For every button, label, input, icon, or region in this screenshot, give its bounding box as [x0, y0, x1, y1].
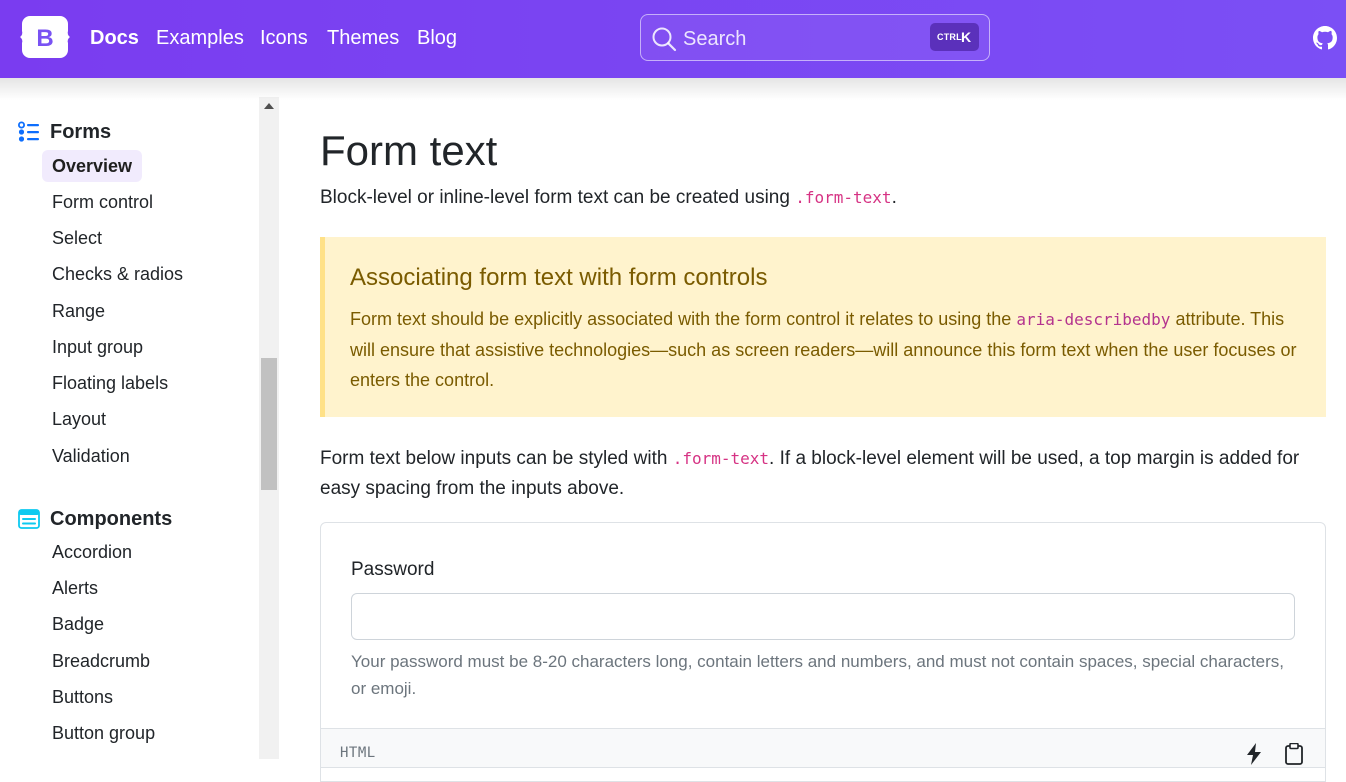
sidebar-item-badge[interactable]: Badge [42, 608, 114, 640]
top-navbar: B Docs Examples Icons Themes Blog Search… [0, 0, 1346, 78]
clipboard-icon[interactable] [1284, 743, 1304, 765]
scroll-up-arrow-icon[interactable] [264, 103, 274, 109]
paragraph-part: Form text below inputs can be styled wit… [320, 448, 673, 469]
inline-code: .form-text [795, 188, 892, 207]
kbd-ctrl: CTRL [937, 32, 962, 42]
sidebar-item-select[interactable]: Select [42, 222, 112, 254]
sidebar-item-alerts[interactable]: Alerts [42, 572, 108, 604]
sidebar-item-buttons[interactable]: Buttons [42, 681, 123, 713]
bootstrap-logo-icon: B [20, 16, 70, 58]
password-input[interactable] [351, 593, 1295, 640]
sidebar-item-input-group[interactable]: Input group [42, 331, 153, 363]
search-placeholder: Search [683, 28, 747, 50]
sidebar-item-floating-labels[interactable]: Floating labels [42, 367, 178, 399]
sidebar-item-checks-radios[interactable]: Checks & radios [42, 258, 193, 290]
sidebar-item-button-group[interactable]: Button group [42, 717, 165, 749]
github-icon[interactable] [1313, 26, 1337, 50]
sidebar-section-title: Components [50, 508, 173, 530]
sidebar: Forms Overview Form control Select Check… [0, 78, 259, 759]
sidebar-scrollbar[interactable] [259, 97, 279, 759]
search-icon [652, 27, 677, 52]
sidebar-item-validation[interactable]: Validation [42, 440, 140, 472]
intro-text-part: . [891, 187, 897, 208]
kbd-key: K [961, 29, 972, 45]
search-button[interactable]: Search CTRL K [640, 14, 990, 61]
inline-code: aria-describedby [1016, 310, 1171, 329]
warning-callout: Associating form text with form controls… [320, 237, 1326, 417]
list-icon [18, 121, 39, 142]
password-help-text: Your password must be 8-20 characters lo… [351, 652, 1284, 698]
intro-text-part: Block-level or inline-level form text ca… [320, 187, 796, 208]
nav-link-examples[interactable]: Examples [156, 25, 244, 51]
sidebar-item-form-control[interactable]: Form control [42, 186, 163, 218]
bootstrap-logo[interactable]: B [20, 16, 70, 58]
code-snippet-header: HTML [320, 728, 1326, 768]
callout-body: Form text should be explicitly associate… [350, 304, 1300, 395]
lightning-icon[interactable] [1245, 743, 1263, 765]
main-content: Form text Block-level or inline-level fo… [280, 78, 1346, 782]
body-paragraph: Form text below inputs can be styled wit… [320, 444, 1310, 504]
password-label: Password [351, 559, 435, 580]
page-title: Form text [320, 127, 498, 174]
keyboard-shortcut: CTRL K [930, 23, 979, 51]
callout-text-part: Form text should be explicitly associate… [350, 309, 1017, 329]
sidebar-item-overview[interactable]: Overview [42, 150, 143, 182]
sidebar-section-title: Forms [50, 121, 112, 143]
nav-link-themes[interactable]: Themes [327, 25, 399, 51]
inline-code: .form-text [672, 449, 770, 468]
intro-text: Block-level or inline-level form text ca… [320, 185, 897, 211]
scrollbar-thumb[interactable] [261, 358, 277, 490]
nav-link-docs[interactable]: Docs [90, 25, 139, 51]
sidebar-item-breadcrumb[interactable]: Breadcrumb [42, 645, 160, 677]
brand-letter: B [36, 25, 53, 52]
sidebar-item-accordion[interactable]: Accordion [42, 536, 142, 568]
sidebar-item-layout[interactable]: Layout [42, 403, 116, 435]
components-icon [18, 509, 40, 529]
nav-link-blog[interactable]: Blog [417, 25, 457, 51]
sidebar-item-range[interactable]: Range [42, 295, 115, 327]
callout-title: Associating form text with form controls [350, 264, 768, 291]
nav-link-icons[interactable]: Icons [260, 25, 308, 51]
